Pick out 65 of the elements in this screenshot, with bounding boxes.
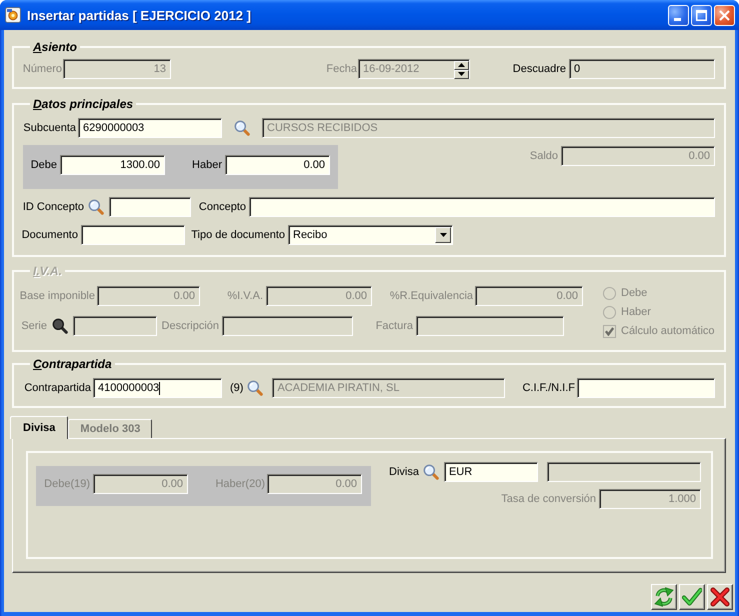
input-field[interactable]: 0 (569, 59, 715, 79)
field-label: Base imponible (20, 290, 95, 302)
tab[interactable]: Modelo 303 (68, 419, 152, 438)
caret-down-icon (440, 233, 446, 237)
search-icon[interactable] (52, 318, 68, 334)
cross-icon (710, 587, 730, 607)
field-label: Concepto (198, 200, 246, 214)
group-title: Contrapartida (32, 357, 113, 371)
maximize-icon (696, 10, 707, 20)
close-icon (719, 10, 730, 20)
field-label: Tipo de documento (191, 228, 285, 242)
input-field[interactable] (249, 197, 715, 217)
field-label: Tasa de conversión (501, 492, 596, 506)
cancel-button[interactable] (707, 584, 733, 610)
accept-button[interactable] (679, 584, 705, 610)
minimize-icon (674, 18, 680, 20)
field-label: Debe (30, 158, 57, 172)
field-label: Descuadre (512, 62, 566, 76)
input-field[interactable] (546, 462, 701, 482)
option-label: Cálculo automático (621, 325, 715, 338)
field-label: %R.Equivalencia (390, 290, 473, 302)
group-title: Asiento (32, 40, 78, 54)
refresh-icon (654, 587, 674, 607)
field-label: Número (22, 62, 62, 76)
field-label: Serie (21, 320, 47, 332)
refresh-button[interactable] (651, 584, 677, 610)
field-label: Haber(20) (215, 478, 265, 490)
minimize-button[interactable] (668, 4, 689, 26)
input-field[interactable]: 4100000003 (93, 378, 222, 398)
text-cursor-icon (159, 382, 160, 394)
input-field[interactable]: 6290000003 (78, 118, 222, 138)
tab[interactable]: Divisa (10, 416, 68, 439)
caret-down-icon (458, 72, 465, 76)
input-field[interactable]: 1300.00 (60, 155, 165, 175)
option-label: Debe (621, 287, 648, 300)
field-label: Fecha (326, 62, 357, 76)
field-label: Debe(19) (44, 478, 90, 490)
input-field[interactable]: EUR (444, 462, 538, 482)
field-label: Contrapartida (24, 382, 91, 394)
option-label: Haber (621, 306, 651, 319)
maximize-button[interactable] (691, 4, 712, 26)
input-field[interactable] (109, 197, 191, 217)
field-label: %I.V.A. (227, 290, 263, 302)
field-label: Divisa (389, 466, 419, 478)
caret-up-icon (458, 63, 465, 67)
field-label: Saldo (530, 150, 558, 162)
field-label: Subcuenta (23, 122, 76, 134)
checkmark-icon (605, 327, 614, 336)
app-icon (5, 7, 21, 23)
group-title: Datos principales (32, 97, 134, 111)
window-title: Insertar partidas [ EJERCICIO 2012 ] (27, 8, 251, 22)
input-field[interactable] (577, 378, 715, 398)
input-field[interactable]: 0.00 (225, 155, 330, 175)
field-label: Factura (376, 320, 413, 332)
field-label: ID Concepto (22, 200, 84, 214)
field-label: Haber (192, 158, 222, 172)
count-label: (9) (230, 382, 244, 394)
field-label: Documento (22, 228, 78, 242)
input-field[interactable] (81, 225, 185, 245)
dropdown-button[interactable] (435, 227, 451, 243)
field-label: Descripción (162, 320, 219, 332)
check-icon (682, 587, 702, 607)
close-button[interactable] (714, 4, 735, 26)
dropdown[interactable]: Recibo (288, 225, 453, 245)
field-label: C.I.F./N.I.F (522, 382, 575, 394)
